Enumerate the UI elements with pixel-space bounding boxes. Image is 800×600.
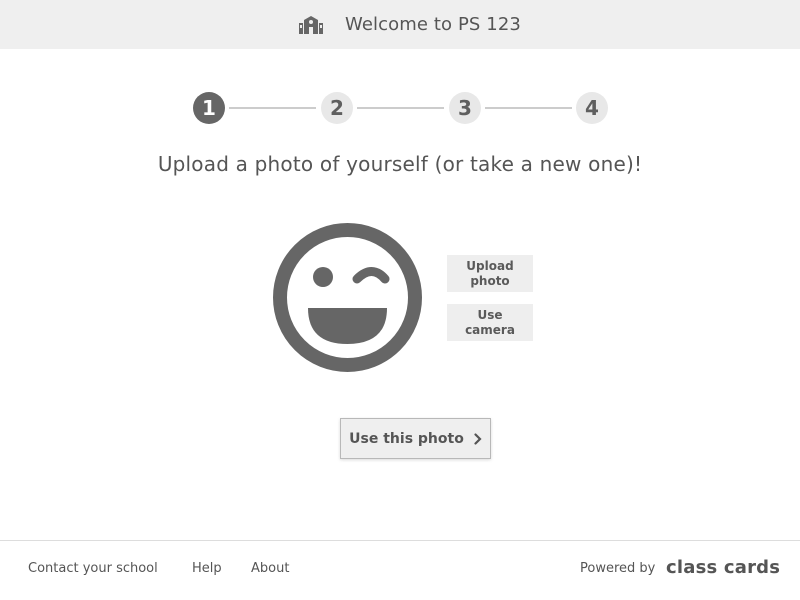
contact-school-link[interactable]: Contact your school xyxy=(28,561,158,576)
header-content: Welcome to PS 123 xyxy=(299,14,521,35)
step-4: 4 xyxy=(576,92,608,124)
footer-divider xyxy=(0,540,800,541)
step-1: 1 xyxy=(193,92,225,124)
page-title: Welcome to PS 123 xyxy=(345,14,521,35)
step-connector xyxy=(485,107,572,109)
step-connector xyxy=(229,107,316,109)
use-this-photo-button[interactable]: Use this photo xyxy=(340,418,491,459)
winking-smiley-icon xyxy=(273,223,422,372)
about-link[interactable]: About xyxy=(251,561,289,576)
step-3: 3 xyxy=(449,92,481,124)
chevron-right-icon xyxy=(474,432,482,445)
use-camera-button[interactable]: Use camera xyxy=(447,304,533,341)
use-this-photo-label: Use this photo xyxy=(349,430,464,447)
help-link[interactable]: Help xyxy=(192,561,222,576)
instruction-text: Upload a photo of yourself (or take a ne… xyxy=(157,152,643,176)
school-building-icon xyxy=(299,15,324,34)
upload-photo-button[interactable]: Upload photo xyxy=(447,255,533,292)
step-connector xyxy=(357,107,444,109)
header-bar: Welcome to PS 123 xyxy=(0,0,800,49)
powered-by-label: Powered by xyxy=(580,561,656,576)
brand-logo: class cards xyxy=(666,557,781,578)
step-2: 2 xyxy=(321,92,353,124)
page: Welcome to PS 123 1 2 3 4 Upload a photo… xyxy=(0,0,800,600)
